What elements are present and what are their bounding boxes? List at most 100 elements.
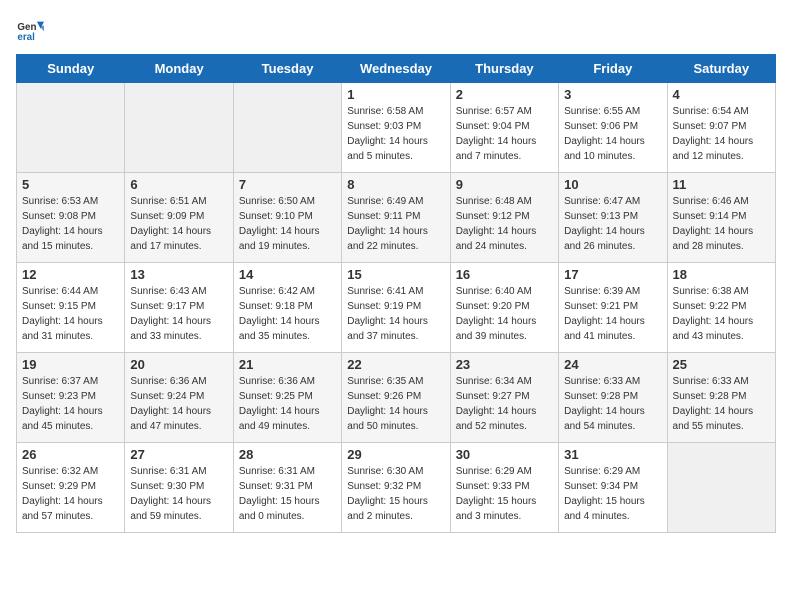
calendar-week-row: 26 Sunrise: 6:32 AMSunset: 9:29 PMDayligh… xyxy=(17,443,776,533)
calendar-cell: 3 Sunrise: 6:55 AMSunset: 9:06 PMDaylight… xyxy=(559,83,667,173)
day-info: Sunrise: 6:51 AMSunset: 9:09 PMDaylight:… xyxy=(130,194,227,254)
day-number: 14 xyxy=(239,267,336,282)
day-info: Sunrise: 6:58 AMSunset: 9:03 PMDaylight:… xyxy=(347,104,444,164)
day-info: Sunrise: 6:30 AMSunset: 9:32 PMDaylight:… xyxy=(347,464,444,524)
day-info: Sunrise: 6:55 AMSunset: 9:06 PMDaylight:… xyxy=(564,104,661,164)
calendar-cell: 24Sunrise: 6:33 AMSunset: 9:28 PMDayligh… xyxy=(559,353,667,443)
calendar-cell: 5 Sunrise: 6:53 AMSunset: 9:08 PMDaylight… xyxy=(17,173,125,263)
day-info: Sunrise: 6:32 AMSunset: 9:29 PMDaylight:… xyxy=(22,464,119,524)
calendar-cell: 9 Sunrise: 6:48 AMSunset: 9:12 PMDaylight… xyxy=(450,173,558,263)
calendar-cell xyxy=(233,83,341,173)
day-number: 31 xyxy=(564,447,661,462)
day-info: Sunrise: 6:31 AMSunset: 9:31 PMDaylight:… xyxy=(239,464,336,524)
calendar-week-row: 1 Sunrise: 6:58 AMSunset: 9:03 PMDaylight… xyxy=(17,83,776,173)
calendar-cell: 27 Sunrise: 6:31 AMSunset: 9:30 PMDayligh… xyxy=(125,443,233,533)
day-number: 12 xyxy=(22,267,119,282)
page-header: Gen eral xyxy=(16,16,776,44)
calendar-cell: 14 Sunrise: 6:42 AMSunset: 9:18 PMDayligh… xyxy=(233,263,341,353)
day-number: 2 xyxy=(456,87,553,102)
day-number: 15 xyxy=(347,267,444,282)
calendar-cell: 8 Sunrise: 6:49 AMSunset: 9:11 PMDaylight… xyxy=(342,173,450,263)
calendar-cell: 6 Sunrise: 6:51 AMSunset: 9:09 PMDaylight… xyxy=(125,173,233,263)
calendar-cell xyxy=(667,443,775,533)
day-info: Sunrise: 6:48 AMSunset: 9:12 PMDaylight:… xyxy=(456,194,553,254)
day-info: Sunrise: 6:47 AMSunset: 9:13 PMDaylight:… xyxy=(564,194,661,254)
day-info: Sunrise: 6:35 AMSunset: 9:26 PMDaylight:… xyxy=(347,374,444,434)
calendar-cell: 2 Sunrise: 6:57 AMSunset: 9:04 PMDaylight… xyxy=(450,83,558,173)
day-number: 29 xyxy=(347,447,444,462)
calendar-cell: 4 Sunrise: 6:54 AMSunset: 9:07 PMDaylight… xyxy=(667,83,775,173)
day-info: Sunrise: 6:34 AMSunset: 9:27 PMDaylight:… xyxy=(456,374,553,434)
day-info: Sunrise: 6:41 AMSunset: 9:19 PMDaylight:… xyxy=(347,284,444,344)
day-number: 21 xyxy=(239,357,336,372)
day-number: 6 xyxy=(130,177,227,192)
calendar-cell: 31 Sunrise: 6:29 AMSunset: 9:34 PMDayligh… xyxy=(559,443,667,533)
weekday-header: Wednesday xyxy=(342,55,450,83)
day-number: 7 xyxy=(239,177,336,192)
day-number: 1 xyxy=(347,87,444,102)
calendar-cell: 20 Sunrise: 6:36 AMSunset: 9:24 PMDayligh… xyxy=(125,353,233,443)
weekday-header: Sunday xyxy=(17,55,125,83)
day-info: Sunrise: 6:38 AMSunset: 9:22 PMDaylight:… xyxy=(673,284,770,344)
weekday-header: Thursday xyxy=(450,55,558,83)
day-number: 3 xyxy=(564,87,661,102)
svg-text:eral: eral xyxy=(17,32,35,43)
calendar-cell: 1 Sunrise: 6:58 AMSunset: 9:03 PMDaylight… xyxy=(342,83,450,173)
day-info: Sunrise: 6:33 AMSunset: 9:28 PMDaylight:… xyxy=(673,374,770,434)
day-number: 17 xyxy=(564,267,661,282)
day-info: Sunrise: 6:37 AMSunset: 9:23 PMDaylight:… xyxy=(22,374,119,434)
day-info: Sunrise: 6:29 AMSunset: 9:34 PMDaylight:… xyxy=(564,464,661,524)
day-number: 27 xyxy=(130,447,227,462)
day-number: 30 xyxy=(456,447,553,462)
calendar-cell: 15 Sunrise: 6:41 AMSunset: 9:19 PMDayligh… xyxy=(342,263,450,353)
day-info: Sunrise: 6:36 AMSunset: 9:24 PMDaylight:… xyxy=(130,374,227,434)
calendar-cell xyxy=(125,83,233,173)
calendar-cell: 23Sunrise: 6:34 AMSunset: 9:27 PMDayligh… xyxy=(450,353,558,443)
calendar-cell: 29 Sunrise: 6:30 AMSunset: 9:32 PMDayligh… xyxy=(342,443,450,533)
day-number: 26 xyxy=(22,447,119,462)
day-number: 10 xyxy=(564,177,661,192)
day-number: 25 xyxy=(673,357,770,372)
day-number: 11 xyxy=(673,177,770,192)
weekday-header: Tuesday xyxy=(233,55,341,83)
day-info: Sunrise: 6:54 AMSunset: 9:07 PMDaylight:… xyxy=(673,104,770,164)
day-info: Sunrise: 6:40 AMSunset: 9:20 PMDaylight:… xyxy=(456,284,553,344)
calendar-cell: 21 Sunrise: 6:36 AMSunset: 9:25 PMDayligh… xyxy=(233,353,341,443)
weekday-header: Monday xyxy=(125,55,233,83)
weekday-header: Saturday xyxy=(667,55,775,83)
calendar-week-row: 5 Sunrise: 6:53 AMSunset: 9:08 PMDaylight… xyxy=(17,173,776,263)
calendar-cell: 18 Sunrise: 6:38 AMSunset: 9:22 PMDayligh… xyxy=(667,263,775,353)
calendar-week-row: 19 Sunrise: 6:37 AMSunset: 9:23 PMDayligh… xyxy=(17,353,776,443)
calendar-cell: 12 Sunrise: 6:44 AMSunset: 9:15 PMDayligh… xyxy=(17,263,125,353)
calendar-cell: 10 Sunrise: 6:47 AMSunset: 9:13 PMDayligh… xyxy=(559,173,667,263)
day-number: 13 xyxy=(130,267,227,282)
calendar-cell: 30 Sunrise: 6:29 AMSunset: 9:33 PMDayligh… xyxy=(450,443,558,533)
day-info: Sunrise: 6:49 AMSunset: 9:11 PMDaylight:… xyxy=(347,194,444,254)
day-number: 18 xyxy=(673,267,770,282)
day-number: 8 xyxy=(347,177,444,192)
calendar-cell: 13Sunrise: 6:43 AMSunset: 9:17 PMDayligh… xyxy=(125,263,233,353)
day-number: 5 xyxy=(22,177,119,192)
day-number: 24 xyxy=(564,357,661,372)
weekday-header: Friday xyxy=(559,55,667,83)
logo: Gen eral xyxy=(16,16,48,44)
calendar-cell: 22Sunrise: 6:35 AMSunset: 9:26 PMDayligh… xyxy=(342,353,450,443)
day-info: Sunrise: 6:31 AMSunset: 9:30 PMDaylight:… xyxy=(130,464,227,524)
day-info: Sunrise: 6:57 AMSunset: 9:04 PMDaylight:… xyxy=(456,104,553,164)
day-info: Sunrise: 6:42 AMSunset: 9:18 PMDaylight:… xyxy=(239,284,336,344)
day-number: 9 xyxy=(456,177,553,192)
day-info: Sunrise: 6:36 AMSunset: 9:25 PMDaylight:… xyxy=(239,374,336,434)
calendar-cell: 19 Sunrise: 6:37 AMSunset: 9:23 PMDayligh… xyxy=(17,353,125,443)
calendar-cell xyxy=(17,83,125,173)
day-number: 19 xyxy=(22,357,119,372)
calendar-cell: 16Sunrise: 6:40 AMSunset: 9:20 PMDayligh… xyxy=(450,263,558,353)
day-info: Sunrise: 6:29 AMSunset: 9:33 PMDaylight:… xyxy=(456,464,553,524)
day-info: Sunrise: 6:39 AMSunset: 9:21 PMDaylight:… xyxy=(564,284,661,344)
day-number: 20 xyxy=(130,357,227,372)
day-info: Sunrise: 6:44 AMSunset: 9:15 PMDaylight:… xyxy=(22,284,119,344)
day-number: 4 xyxy=(673,87,770,102)
calendar-cell: 17 Sunrise: 6:39 AMSunset: 9:21 PMDayligh… xyxy=(559,263,667,353)
calendar-cell: 26 Sunrise: 6:32 AMSunset: 9:29 PMDayligh… xyxy=(17,443,125,533)
calendar-header-row: SundayMondayTuesdayWednesdayThursdayFrid… xyxy=(17,55,776,83)
day-info: Sunrise: 6:53 AMSunset: 9:08 PMDaylight:… xyxy=(22,194,119,254)
